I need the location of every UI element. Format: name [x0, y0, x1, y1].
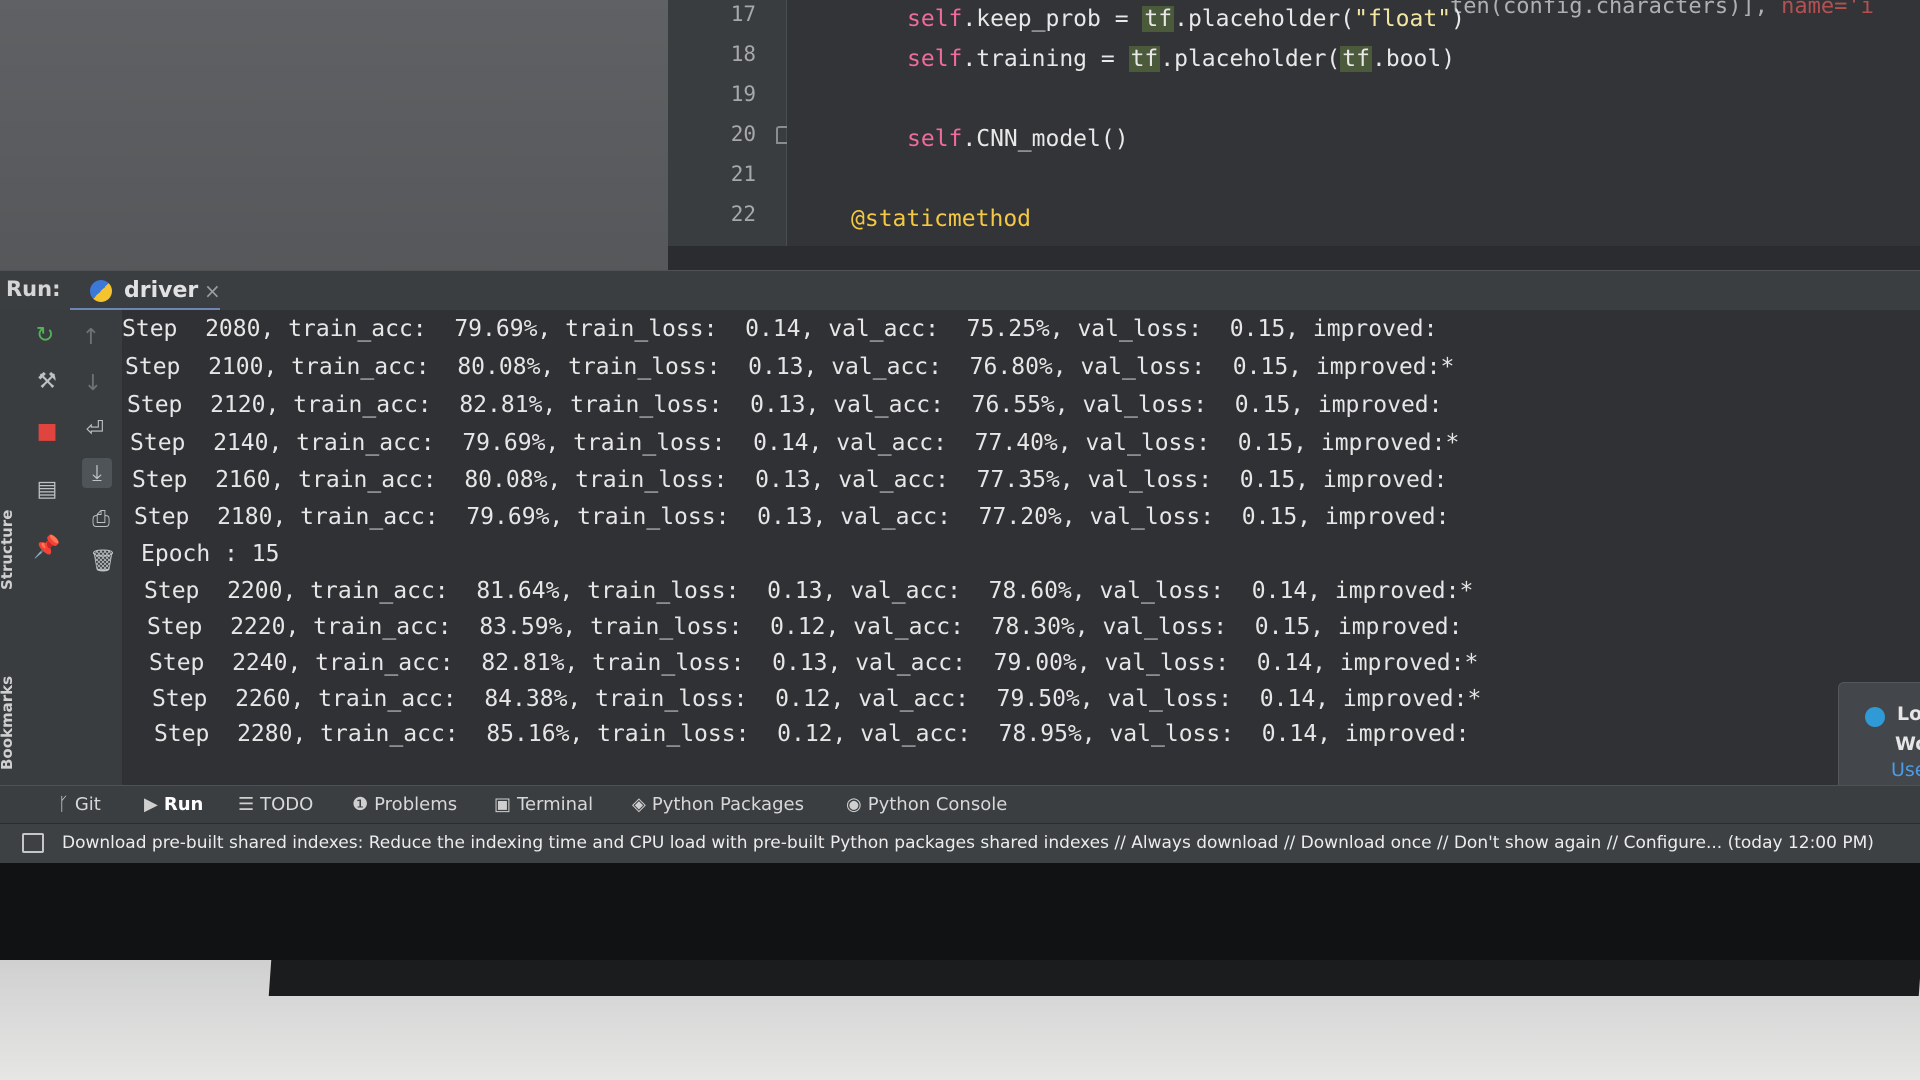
arrow-down-icon[interactable]: ↓ [78, 368, 108, 398]
log-line: Step 2100, train_acc: 80.08%, train_loss… [125, 354, 1455, 380]
terminal-icon: ▣ [494, 794, 512, 815]
code-editor[interactable]: ten(config.characters)], name='i self.ke… [787, 0, 1920, 246]
todo-icon: ☰ [238, 794, 255, 815]
code-line-18: self.training = tf.placeholder(tf.bool) [907, 46, 1456, 72]
tab-driver-label: driver [124, 278, 199, 303]
popup-text: Wo [1895, 733, 1920, 755]
line-number: 22 [730, 202, 756, 226]
popup-title: Lo [1897, 703, 1920, 725]
line-number: 17 [730, 2, 756, 26]
popup-link[interactable]: Use [1891, 759, 1920, 781]
tab-driver[interactable]: driver × [70, 271, 221, 311]
log-line: Step 2180, train_acc: 79.69%, train_loss… [134, 504, 1450, 530]
code-line-22: @staticmethod [851, 206, 1032, 232]
python-packages-icon: ◈ [632, 794, 646, 815]
line-number: 18 [730, 42, 756, 66]
project-panel [0, 0, 668, 278]
line-number: 20 [730, 122, 756, 146]
log-line: Step 2080, train_acc: 79.69%, train_loss… [122, 316, 1438, 342]
run-toolbar-secondary: ↑ ↓ ⏎ ⤓ ⎙ 🗑 [72, 310, 122, 785]
code-line-17: self.keep_prob = tf.placeholder("float") [907, 6, 1465, 32]
toggle-tool-windows-icon[interactable] [22, 833, 44, 853]
log-line: Epoch : 15 [141, 541, 280, 567]
print-icon[interactable]: ⎙ [86, 504, 116, 534]
tab-terminal[interactable]: ▣ Terminal [494, 794, 593, 815]
problems-icon: ❶ [352, 794, 369, 815]
stop-icon[interactable]: ■ [32, 416, 62, 446]
scroll-to-end-icon[interactable]: ⤓ [82, 458, 112, 488]
bottom-tool-tabs: ᚴ Git ▶ Run ☰ TODO ❶ Problems ▣ Terminal ◈ Pyt… [0, 785, 1920, 824]
tab-run[interactable]: ▶ Run [144, 794, 203, 815]
log-line: Step 2160, train_acc: 80.08%, train_loss… [132, 467, 1448, 493]
layout-icon[interactable]: ▤ [32, 474, 62, 504]
console-output[interactable] [0, 310, 1920, 785]
laptop-edge [268, 960, 1920, 996]
tab-todo[interactable]: ☰ TODO [238, 794, 313, 815]
log-line: Step 2140, train_acc: 79.69%, train_loss… [130, 430, 1460, 456]
soft-wrap-icon[interactable]: ⏎ [80, 414, 110, 444]
trash-icon[interactable]: 🗑 [88, 546, 118, 576]
log-line: Step 2240, train_acc: 82.81%, train_loss… [149, 650, 1479, 676]
run-icon: ▶ [144, 794, 158, 815]
line-number: 19 [730, 82, 756, 106]
pin-icon[interactable]: 📌 [32, 532, 62, 562]
python-icon [90, 280, 112, 302]
git-icon: ᚴ [58, 794, 69, 815]
tab-python-console[interactable]: ◉ Python Console [846, 794, 1007, 815]
status-message[interactable]: Download pre-built shared indexes: Reduc… [62, 833, 1874, 853]
log-line: Step 2120, train_acc: 82.81%, train_loss… [127, 392, 1443, 418]
code-fragment: ten(config.characters)], name='i [1450, 0, 1874, 19]
log-line: Step 2200, train_acc: 81.64%, train_loss… [144, 578, 1474, 604]
run-label: Run: [6, 277, 61, 301]
close-icon[interactable]: × [204, 279, 221, 303]
python-console-icon: ◉ [846, 794, 862, 815]
run-tool-window-header: Run: driver × [0, 270, 1920, 311]
log-line: Step 2280, train_acc: 85.16%, train_loss… [154, 721, 1470, 747]
left-tool-strip: Structure Bookmarks [0, 310, 27, 785]
line-number-gutter: 17 18 19 20 21 22 [668, 0, 787, 246]
bookmarks-tab[interactable]: Bookmarks [0, 676, 16, 770]
structure-tab[interactable]: Structure [0, 510, 16, 590]
code-line-20: self.CNN_model() [907, 126, 1129, 152]
arrow-up-icon[interactable]: ↑ [76, 322, 106, 352]
tab-problems[interactable]: ❶ Problems [352, 794, 457, 815]
rerun-icon[interactable]: ↻ [30, 320, 60, 350]
status-bar: Download pre-built shared indexes: Reduc… [0, 823, 1920, 864]
log-line: Step 2220, train_acc: 83.59%, train_loss… [147, 614, 1463, 640]
line-number: 21 [730, 162, 756, 186]
log-line: Step 2260, train_acc: 84.38%, train_loss… [152, 686, 1482, 712]
tab-python-packages[interactable]: ◈ Python Packages [632, 794, 804, 815]
tab-git[interactable]: ᚴ Git [58, 794, 101, 815]
wrench-icon[interactable]: ⚒ [32, 366, 62, 396]
notification-popup[interactable]: Lo Wo Use [1838, 682, 1920, 794]
notification-icon [1865, 707, 1885, 727]
